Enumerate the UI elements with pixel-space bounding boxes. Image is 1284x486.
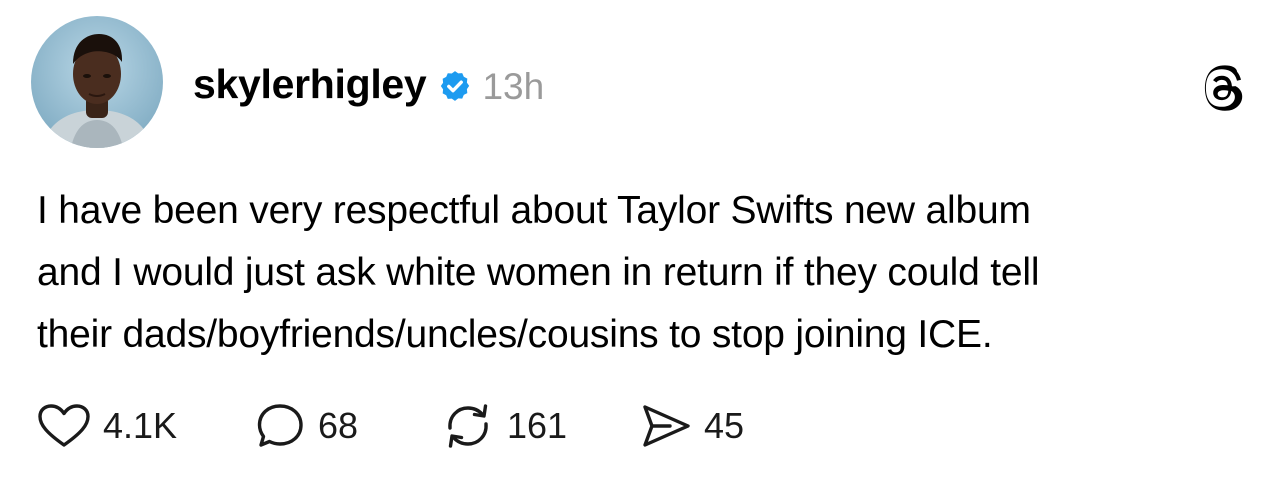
share-button[interactable]: 45 bbox=[640, 400, 744, 452]
post-body: I have been very respectful about Taylor… bbox=[37, 180, 1257, 366]
repost-icon bbox=[448, 404, 488, 448]
username[interactable]: skylerhigley bbox=[193, 63, 427, 105]
post-actions: 4.1K 68 161 45 bbox=[0, 400, 1284, 452]
threads-post: skylerhigley 13h I have been very respec… bbox=[0, 0, 1284, 486]
send-icon bbox=[643, 405, 690, 447]
profile-photo bbox=[31, 16, 163, 148]
post-text-line: I have been very respectful about Taylor… bbox=[37, 189, 1031, 232]
post-timestamp: 13h bbox=[482, 65, 545, 107]
reply-button[interactable]: 68 bbox=[256, 400, 358, 452]
comment-icon bbox=[257, 404, 303, 447]
post-text-line: and I would just ask white women in retu… bbox=[37, 251, 1040, 294]
heart-icon bbox=[38, 404, 90, 447]
repost-count: 161 bbox=[507, 405, 568, 446]
post-text-line: their dads/boyfriends/uncles/cousins to … bbox=[37, 313, 993, 356]
reply-count: 68 bbox=[318, 405, 359, 446]
like-button[interactable]: 4.1K bbox=[37, 400, 177, 452]
like-count: 4.1K bbox=[103, 405, 178, 446]
repost-button[interactable]: 161 bbox=[441, 400, 567, 452]
share-count: 45 bbox=[704, 405, 745, 446]
verified-badge-icon bbox=[441, 71, 470, 101]
threads-logo-icon[interactable] bbox=[1198, 64, 1246, 112]
avatar[interactable] bbox=[31, 16, 163, 148]
post-header: skylerhigley 13h bbox=[193, 58, 544, 110]
